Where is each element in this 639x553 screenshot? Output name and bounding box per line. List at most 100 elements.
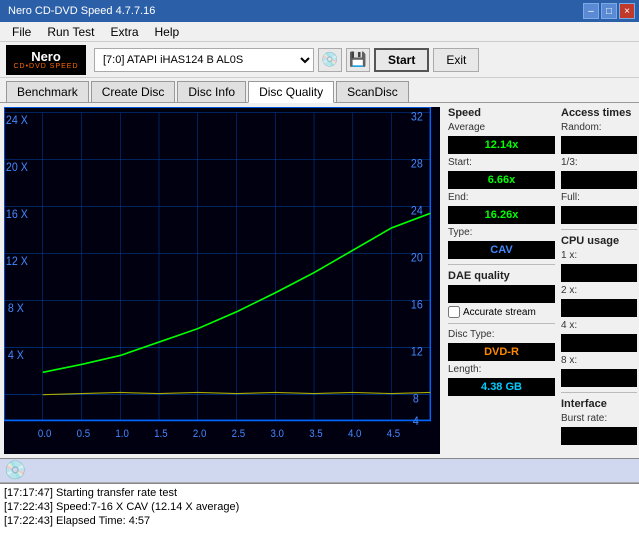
full-label: Full:	[561, 192, 637, 203]
svg-text:16 X: 16 X	[6, 208, 28, 221]
disc-icon: 💿	[4, 460, 26, 481]
interface-title: Interface	[561, 398, 637, 410]
tab-bar: Benchmark Create Disc Disc Info Disc Qua…	[0, 78, 639, 103]
svg-text:12 X: 12 X	[6, 255, 28, 268]
log-entry-0: [17:17:47] Starting transfer rate test	[4, 486, 635, 500]
dae-value	[448, 285, 555, 303]
one-x-label: 1 x:	[561, 250, 637, 261]
close-button[interactable]: ×	[619, 3, 635, 19]
log-area: [17:17:47] Starting transfer rate test […	[0, 483, 639, 553]
start-label: Start:	[448, 157, 472, 168]
svg-text:8 X: 8 X	[8, 302, 24, 315]
eight-x-value	[561, 369, 637, 387]
burst-rate-value	[561, 427, 637, 445]
menu-extra[interactable]: Extra	[102, 23, 146, 41]
two-x-value	[561, 299, 637, 317]
nero-logo: Nero CD•DVD SPEED	[6, 45, 86, 75]
accurate-stream-label: Accurate stream	[463, 307, 536, 318]
svg-text:1.5: 1.5	[154, 429, 168, 441]
disc-length-label: Length:	[448, 364, 555, 375]
menu-help[interactable]: Help	[147, 23, 188, 41]
log-section: 💿 [17:17:47] Starting transfer rate test…	[0, 458, 639, 528]
svg-text:28: 28	[411, 158, 423, 171]
svg-text:8: 8	[413, 393, 419, 406]
average-value: 12.14x	[448, 136, 555, 154]
random-value	[561, 136, 637, 154]
svg-text:4.0: 4.0	[348, 429, 362, 441]
exit-button[interactable]: Exit	[433, 48, 479, 72]
four-x-value	[561, 334, 637, 352]
four-x-label: 4 x:	[561, 320, 637, 331]
disc-type-label: Disc Type:	[448, 329, 555, 340]
svg-text:20 X: 20 X	[6, 161, 28, 174]
svg-text:0.5: 0.5	[77, 429, 91, 441]
cpu-title: CPU usage	[561, 235, 637, 247]
disc-type-value: DVD-R	[448, 343, 555, 361]
svg-text:3.0: 3.0	[270, 429, 284, 441]
nero-logo-top: Nero	[31, 50, 61, 63]
maximize-button[interactable]: □	[601, 3, 617, 19]
start-value: 6.66x	[448, 171, 555, 189]
end-value: 16.26x	[448, 206, 555, 224]
type-label: Type:	[448, 227, 555, 238]
svg-text:16: 16	[411, 299, 423, 312]
dae-section-title: DAE quality	[448, 270, 555, 282]
full-value	[561, 206, 637, 224]
svg-text:4: 4	[413, 415, 419, 428]
one-third-label: 1/3:	[561, 157, 637, 168]
accurate-stream-checkbox[interactable]	[448, 306, 460, 318]
minimize-button[interactable]: –	[583, 3, 599, 19]
svg-text:0.0: 0.0	[38, 429, 52, 441]
accurate-stream-row: Accurate stream	[448, 306, 555, 318]
title-bar: Nero CD-DVD Speed 4.7.7.16 – □ ×	[0, 0, 639, 22]
log-header: 💿	[0, 459, 639, 483]
speed-section-title: Speed	[448, 107, 555, 119]
one-third-value	[561, 171, 637, 189]
svg-text:32: 32	[411, 111, 423, 124]
nero-logo-bottom: CD•DVD SPEED	[13, 63, 78, 70]
svg-text:12: 12	[411, 346, 423, 359]
window-controls: – □ ×	[583, 3, 635, 19]
disc-length-value: 4.38 GB	[448, 378, 555, 396]
svg-text:24: 24	[411, 205, 423, 218]
chart-area: 24 X 20 X 16 X 12 X 8 X 4 X 32 28 24 20 …	[4, 107, 440, 454]
start-button[interactable]: Start	[374, 48, 429, 72]
log-entry-1: [17:22:43] Speed:7-16 X CAV (12.14 X ave…	[4, 500, 635, 514]
end-label: End:	[448, 192, 469, 203]
save-button[interactable]: 💾	[346, 48, 370, 72]
tab-discinfo[interactable]: Disc Info	[177, 81, 246, 102]
svg-text:4 X: 4 X	[8, 349, 24, 362]
main-content: 24 X 20 X 16 X 12 X 8 X 4 X 32 28 24 20 …	[0, 103, 639, 458]
menu-runtest[interactable]: Run Test	[39, 23, 102, 41]
menu-bar: File Run Test Extra Help	[0, 22, 639, 42]
toolbar: Nero CD•DVD SPEED [7:0] ATAPI iHAS124 B …	[0, 42, 639, 78]
eight-x-label: 8 x:	[561, 355, 637, 366]
svg-text:2.5: 2.5	[232, 429, 246, 441]
two-x-label: 2 x:	[561, 285, 637, 296]
type-value: CAV	[448, 241, 555, 259]
tab-benchmark[interactable]: Benchmark	[6, 81, 89, 102]
log-entry-2: [17:22:43] Elapsed Time: 4:57	[4, 514, 635, 528]
tab-discquality[interactable]: Disc Quality	[248, 81, 334, 103]
svg-text:4.5: 4.5	[387, 429, 401, 441]
end-row: End:	[448, 192, 555, 203]
svg-text:20: 20	[411, 252, 423, 265]
app-title: Nero CD-DVD Speed 4.7.7.16	[4, 5, 155, 17]
svg-text:24 X: 24 X	[6, 114, 28, 127]
start-row: Start:	[448, 157, 555, 168]
eject-button[interactable]: 💿	[318, 48, 342, 72]
average-label: Average	[448, 122, 555, 133]
one-x-value	[561, 264, 637, 282]
drive-selector[interactable]: [7:0] ATAPI iHAS124 B AL0S	[94, 48, 314, 72]
right-panel: Speed Average 12.14x Start: 6.66x End: 1…	[444, 103, 559, 458]
menu-file[interactable]: File	[4, 23, 39, 41]
svg-text:3.5: 3.5	[309, 429, 323, 441]
access-title: Access times	[561, 107, 637, 119]
svg-text:2.0: 2.0	[193, 429, 207, 441]
tab-createdisc[interactable]: Create Disc	[91, 81, 176, 102]
chart-svg: 24 X 20 X 16 X 12 X 8 X 4 X 32 28 24 20 …	[4, 107, 440, 454]
burst-rate-label: Burst rate:	[561, 413, 637, 424]
svg-text:1.0: 1.0	[115, 429, 129, 441]
tab-scandisc[interactable]: ScanDisc	[336, 81, 409, 102]
access-panel: Access times Random: 1/3: Full: CPU usag…	[559, 103, 639, 458]
